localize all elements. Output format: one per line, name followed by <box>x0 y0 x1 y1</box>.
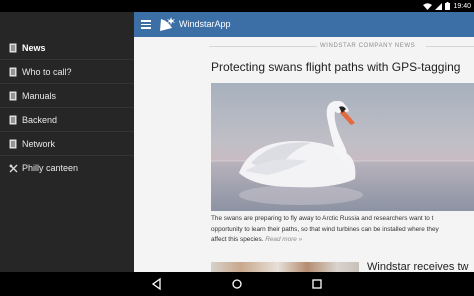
section-divider <box>209 46 317 47</box>
article-title[interactable]: Protecting swans flight paths with GPS-t… <box>211 60 460 74</box>
drawer-item-label: Philly canteen <box>22 163 79 173</box>
drawer-item-label: Manuals <box>22 91 57 101</box>
signal-icon <box>435 2 443 10</box>
battery-icon <box>445 2 451 10</box>
drawer-item-who-to-call[interactable]: Who to call? <box>0 60 134 84</box>
article-line-last: affect this species. Read more » <box>211 235 474 246</box>
article2-thumbnail[interactable] <box>211 262 359 272</box>
section-header: WINDSTAR COMPANY NEWS <box>320 43 416 49</box>
document-icon <box>8 42 18 54</box>
navigation-drawer: News Who to call? Manuals Backend Networ… <box>0 12 134 272</box>
recents-square-icon[interactable] <box>310 277 324 291</box>
home-circle-icon[interactable] <box>230 277 244 291</box>
drawer-item-backend[interactable]: Backend <box>0 108 134 132</box>
status-time: 19:40 <box>453 2 471 10</box>
drawer-item-philly-canteen[interactable]: Philly canteen <box>0 156 134 180</box>
drawer-item-label: Who to call? <box>22 67 72 77</box>
drawer-item-manuals[interactable]: Manuals <box>0 84 134 108</box>
app-title: WindstarApp <box>179 19 231 29</box>
article-line: The swans are preparing to fly away to A… <box>211 215 434 222</box>
system-nav-bar <box>0 272 474 296</box>
drawer-item-label: Backend <box>22 115 58 125</box>
document-icon <box>8 114 18 126</box>
article-line: affect this species. <box>211 236 264 243</box>
document-icon <box>8 90 18 102</box>
status-bar: 19:40 <box>0 0 474 12</box>
drawer-item-network[interactable]: Network <box>0 132 134 156</box>
utensils-icon <box>8 162 18 174</box>
drawer-item-label: News <box>22 43 46 53</box>
article-hero-image[interactable] <box>211 83 474 211</box>
app-toolbar: WindstarApp <box>134 12 474 37</box>
status-icons: 19:40 <box>423 0 471 12</box>
hamburger-icon[interactable] <box>141 19 151 29</box>
read-more-link[interactable]: Read more » <box>265 236 302 243</box>
back-triangle-icon[interactable] <box>150 277 164 291</box>
windstar-logo-icon <box>158 15 176 33</box>
drawer-item-label: Network <box>22 139 56 149</box>
document-icon <box>8 66 18 78</box>
article-line: opportunity to learn their paths, so tha… <box>211 225 439 233</box>
document-icon <box>8 138 18 150</box>
wifi-icon <box>423 2 433 10</box>
article-summary: The swans are preparing to fly away to A… <box>211 214 474 246</box>
drawer-item-news[interactable]: News <box>0 36 134 60</box>
section-divider <box>426 46 474 47</box>
